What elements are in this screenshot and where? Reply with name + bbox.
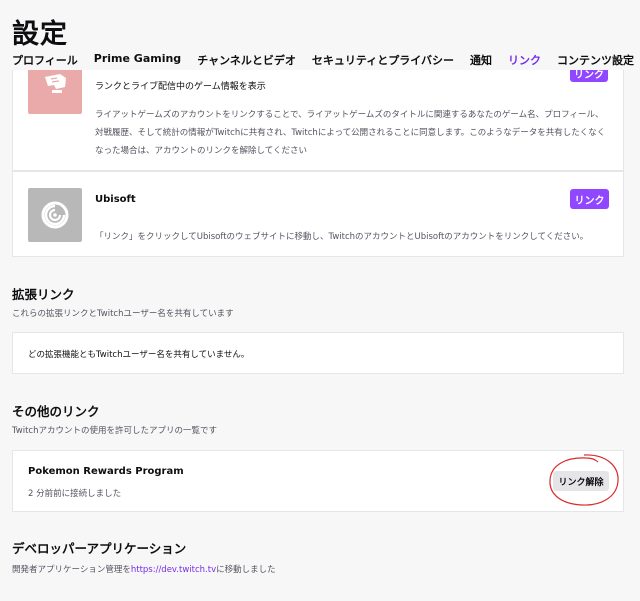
tab-prime-gaming[interactable]: Prime Gaming (94, 50, 181, 72)
developer-description: 開発者アプリケーション管理をhttps://dev.twitch.tvに移動しま… (12, 563, 276, 575)
developer-section-title: デベロッパーアプリケーション (12, 541, 187, 556)
riot-connection-card: リンク ランクとライブ配信中のゲーム情報を表示 ライアットゲームズのアカウントを… (12, 70, 624, 171)
settings-tabs: プロフィール Prime Gaming チャンネルとビデオ セキュリティとプライ… (12, 50, 634, 75)
unlink-button[interactable]: リンク解除 (553, 471, 609, 491)
app-name: Pokemon Rewards Program (28, 466, 184, 477)
tab-connections[interactable]: リンク (507, 50, 541, 75)
tab-content-preferences[interactable]: コンテンツ設定 (557, 50, 634, 72)
other-section-title: その他のリンク (12, 404, 100, 419)
tab-profile[interactable]: プロフィール (12, 50, 78, 72)
riot-logo (28, 70, 82, 114)
app-connected-time: 2 分前前に接続しました (28, 489, 122, 499)
extensions-section-title: 拡張リンク (12, 287, 75, 302)
developer-desc-suffix: に移動しました (216, 565, 276, 575)
tab-channel-and-videos[interactable]: チャンネルとビデオ (197, 50, 296, 72)
extensions-section-subtitle: これらの拡張リンクとTwitchユーザー名を共有しています (12, 309, 234, 319)
ubisoft-link-button[interactable]: リンク (570, 189, 609, 209)
other-section-subtitle: Twitchアカウントの使用を許可したアプリの一覧です (12, 426, 217, 436)
riot-fist-icon (45, 74, 66, 93)
developer-desc-prefix: 開発者アプリケーション管理を (12, 565, 131, 575)
ubisoft-logo (28, 188, 82, 242)
developer-link[interactable]: https://dev.twitch.tv (131, 565, 216, 575)
extensions-card: どの拡張機能ともTwitchユーザー名を共有していません。 (12, 332, 624, 374)
ubisoft-title: Ubisoft (95, 194, 136, 205)
riot-description: ライアットゲームズのアカウントをリンクすることで、ライアットゲームズのタイトルに… (95, 110, 606, 156)
tab-notifications[interactable]: 通知 (470, 50, 492, 72)
riot-subtitle: ランクとライブ配信中のゲーム情報を表示 (95, 82, 266, 92)
ubisoft-description: 「リンク」をクリックしてUbisoftのウェブサイトに移動し、Twitchのアカ… (95, 232, 589, 242)
ubisoft-connection-card: Ubisoft リンク 「リンク」をクリックしてUbisoftのウェブサイトに移… (12, 171, 624, 257)
tab-security-privacy[interactable]: セキュリティとプライバシー (312, 50, 454, 72)
extensions-empty-text: どの拡張機能ともTwitchユーザー名を共有していません。 (28, 350, 250, 360)
ubisoft-swirl-icon (41, 201, 69, 229)
page-title: 設定 (12, 19, 68, 50)
riot-link-button[interactable]: リンク (570, 70, 608, 82)
other-connection-card: Pokemon Rewards Program 2 分前前に接続しました リンク… (12, 450, 624, 512)
